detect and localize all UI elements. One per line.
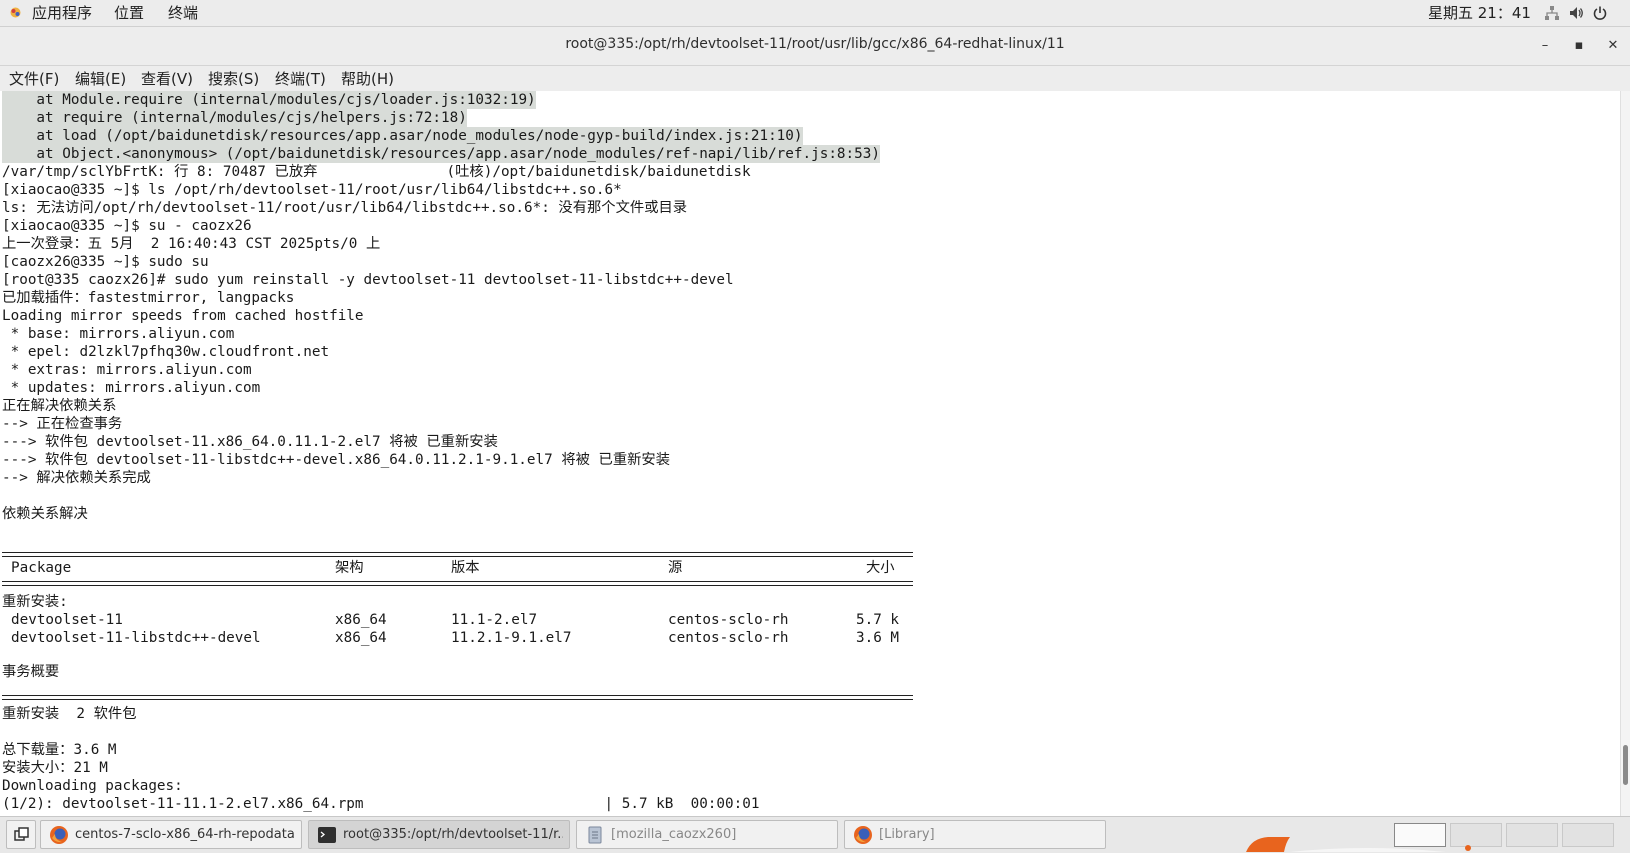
workspace-3[interactable] bbox=[1506, 823, 1558, 847]
terminal-line: at load (/opt/baidunetdisk/resources/app… bbox=[2, 127, 803, 145]
task-terminal[interactable]: root@335:/opt/rh/devtoolset-11/r... bbox=[308, 820, 570, 849]
table-cell: x86_64 bbox=[335, 612, 387, 628]
terminal-line: 正在解决依赖关系 bbox=[2, 398, 117, 414]
scrollbar-thumb[interactable] bbox=[1623, 745, 1628, 785]
table-cell: 11.1-2.el7 bbox=[451, 612, 538, 628]
notification-badge bbox=[1246, 837, 1471, 852]
downloading-label: Downloading packages: bbox=[2, 778, 183, 794]
terminal-line: Loading mirror speeds from cached hostfi… bbox=[2, 308, 364, 324]
minimize-button[interactable]: – bbox=[1534, 35, 1556, 57]
table-header-package: Package bbox=[11, 560, 72, 576]
table-cell: 3.6 M bbox=[856, 630, 900, 646]
terminal-line: * base: mirrors.aliyun.com bbox=[2, 326, 235, 342]
power-icon[interactable] bbox=[1592, 5, 1608, 21]
terminal-line: * epel: d2lzkl7pfhq30w.cloudfront.net bbox=[2, 344, 330, 360]
table-cell: centos-sclo-rh bbox=[668, 630, 789, 646]
table-divider bbox=[2, 552, 913, 557]
show-desktop-icon bbox=[14, 827, 29, 841]
terminal-output[interactable]: at Module.require (internal/modules/cjs/… bbox=[0, 91, 1620, 816]
terminal-line: /var/tmp/sclYbFrtK: 行 8: 70487 已放弃 (吐核)/… bbox=[2, 164, 751, 180]
table-section-label: 重新安装: bbox=[2, 594, 68, 610]
network-icon[interactable] bbox=[1544, 5, 1560, 21]
terminal-icon bbox=[318, 827, 336, 843]
file-manager-icon bbox=[588, 826, 602, 844]
firefox-icon bbox=[854, 826, 872, 844]
task-label: [mozilla_caozx260] bbox=[611, 827, 737, 842]
volume-icon[interactable] bbox=[1568, 5, 1584, 21]
summary-line: 重新安装 2 软件包 bbox=[2, 706, 137, 722]
terminal-line: at Module.require (internal/modules/cjs/… bbox=[2, 91, 536, 109]
table-header-version: 版本 bbox=[451, 560, 480, 576]
menu-terminal[interactable]: 终端(T) bbox=[275, 69, 326, 89]
menu-view[interactable]: 查看(V) bbox=[141, 69, 193, 89]
terminal-line: at Object.<anonymous> (/opt/baidunetdisk… bbox=[2, 145, 880, 163]
terminal-line: [caozx26@335 ~]$ sudo su bbox=[2, 254, 209, 270]
install-size: 安装大小：21 M bbox=[2, 760, 108, 776]
terminal-line: * updates: mirrors.aliyun.com bbox=[2, 380, 261, 396]
table-cell: centos-sclo-rh bbox=[668, 612, 789, 628]
show-desktop-button[interactable] bbox=[6, 820, 36, 849]
table-divider bbox=[2, 695, 913, 700]
clock[interactable]: 星期五 21：41 bbox=[1428, 3, 1531, 23]
table-cell: devtoolset-11 bbox=[11, 612, 123, 628]
terminal-line: 已加载插件：fastestmirror, langpacks bbox=[2, 290, 295, 306]
terminal-line: ---> 软件包 devtoolset-11.x86_64.0.11.1-2.e… bbox=[2, 434, 498, 450]
terminal-scrollbar[interactable] bbox=[1620, 91, 1630, 816]
table-header-repo: 源 bbox=[668, 560, 683, 576]
terminal-line: [xiaocao@335 ~]$ ls /opt/rh/devtoolset-1… bbox=[2, 182, 622, 198]
task-label: centos-7-sclo-x86_64-rh-repodata... bbox=[75, 827, 295, 842]
table-cell: 5.7 k bbox=[856, 612, 900, 628]
task-label: [Library] bbox=[879, 827, 935, 842]
firefox-icon bbox=[50, 826, 68, 844]
window-titlebar[interactable]: root@335:/opt/rh/devtoolset-11/root/usr/… bbox=[0, 27, 1630, 66]
total-download: 总下载量：3.6 M bbox=[2, 742, 117, 758]
menu-help[interactable]: 帮助(H) bbox=[341, 69, 394, 89]
table-cell: x86_64 bbox=[335, 630, 387, 646]
terminal-line: --> 解决依赖关系完成 bbox=[2, 470, 151, 486]
summary-title: 事务概要 bbox=[2, 664, 60, 680]
terminal-line: --> 正在检查事务 bbox=[2, 416, 123, 432]
window-title: root@335:/opt/rh/devtoolset-11/root/usr/… bbox=[565, 36, 1065, 52]
table-divider bbox=[2, 581, 913, 586]
terminal-line: ls: 无法访问/opt/rh/devtoolset-11/root/usr/l… bbox=[2, 200, 688, 216]
menu-file[interactable]: 文件(F) bbox=[9, 69, 59, 89]
applications-menu[interactable]: 应用程序 bbox=[32, 3, 92, 23]
table-cell: devtoolset-11-libstdc++-devel bbox=[11, 630, 261, 646]
terminal-line: [xiaocao@335 ~]$ su - caozx26 bbox=[2, 218, 252, 234]
table-header-arch: 架构 bbox=[335, 560, 364, 576]
terminal-line: [root@335 caozx26]# sudo yum reinstall -… bbox=[2, 272, 734, 288]
terminal-app-menu[interactable]: 终端 bbox=[168, 3, 198, 23]
places-menu[interactable]: 位置 bbox=[114, 3, 144, 23]
apps-menu-icon bbox=[10, 7, 21, 18]
menu-edit[interactable]: 编辑(E) bbox=[75, 69, 126, 89]
maximize-button[interactable]: ▪ bbox=[1568, 35, 1590, 57]
workspace-4[interactable] bbox=[1562, 823, 1614, 847]
download-progress-line: (1/2): devtoolset-11-11.1-2.el7.x86_64.r… bbox=[2, 796, 760, 812]
terminal-line: at require (internal/modules/cjs/helpers… bbox=[2, 109, 467, 127]
close-button[interactable]: ✕ bbox=[1602, 35, 1624, 57]
menu-bar: 文件(F) 编辑(E) 查看(V) 搜索(S) 终端(T) 帮助(H) bbox=[0, 66, 1630, 91]
task-firefox-library[interactable]: [Library] bbox=[844, 820, 1106, 849]
terminal-line: ---> 软件包 devtoolset-11-libstdc++-devel.x… bbox=[2, 452, 671, 468]
task-file-manager[interactable]: [mozilla_caozx260] bbox=[576, 820, 838, 849]
task-firefox-repodata[interactable]: centos-7-sclo-x86_64-rh-repodata... bbox=[40, 820, 302, 849]
menu-search[interactable]: 搜索(S) bbox=[208, 69, 259, 89]
terminal-line: * extras: mirrors.aliyun.com bbox=[2, 362, 252, 378]
top-panel: 应用程序 位置 终端 星期五 21：41 bbox=[0, 0, 1630, 27]
terminal-line: 依赖关系解决 bbox=[2, 506, 88, 522]
table-cell: 11.2.1-9.1.el7 bbox=[451, 630, 572, 646]
terminal-line: 上一次登录：五 5月 2 16:40:43 CST 2025pts/0 上 bbox=[2, 236, 381, 252]
table-header-size: 大小 bbox=[866, 560, 895, 576]
task-label: root@335:/opt/rh/devtoolset-11/r... bbox=[343, 827, 563, 842]
